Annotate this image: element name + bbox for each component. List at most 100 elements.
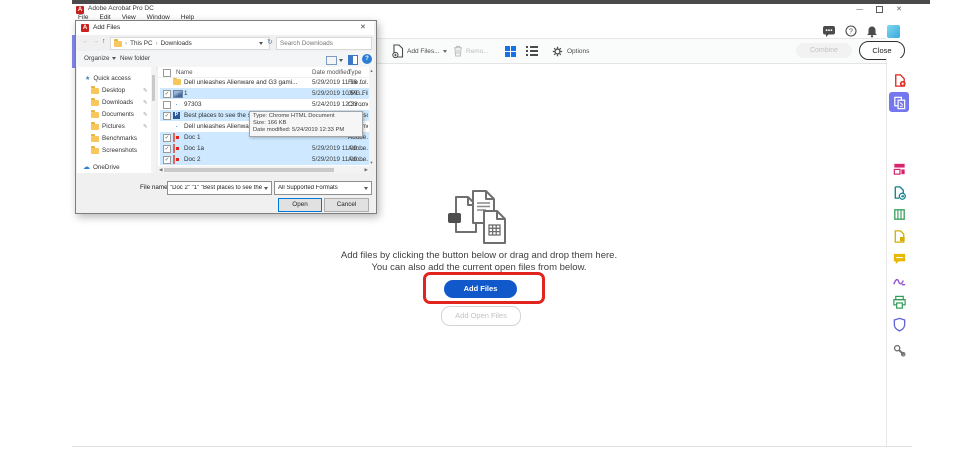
forward-icon[interactable]: → [92,38,99,45]
close-window-button[interactable]: ✕ [896,5,902,13]
dialog-title: Add Files [93,24,120,31]
tool-combine-files[interactable] [889,92,909,112]
nav-item-downloads[interactable]: Downloads [91,99,133,106]
table-row[interactable]: ✓ Dell unleashes Alienware and G3 gami..… [160,77,369,88]
organize-label: Organize [84,55,110,62]
nav-item-quick-access[interactable]: ★ Quick access [85,75,131,82]
file-list-vertical-scrollbar[interactable]: ▲▼ [369,67,374,166]
table-row[interactable]: ✓ Doc 2 5/29/2019 11:00 ... Adobe... [160,154,369,165]
tool-more-tools[interactable] [891,342,907,358]
folder-icon [173,79,181,85]
nav-item-benchmarks[interactable]: Benchmarks [91,135,137,142]
nav-item-pictures[interactable]: Pictures [91,123,125,130]
search-box[interactable] [276,37,372,50]
chevron-down-icon[interactable] [259,42,263,45]
pdf-file-icon [173,144,175,153]
grid-view-button[interactable] [505,39,516,63]
combine-button[interactable]: Combine [796,43,852,58]
dialog-close-icon[interactable]: ✕ [360,23,366,31]
folder-icon [91,136,99,142]
remove-label: Remo... [466,48,489,55]
folder-icon [91,88,99,94]
row-checkbox[interactable]: ✓ [163,145,171,153]
breadcrumb-folder[interactable]: Downloads [161,40,192,47]
maximize-button[interactable] [876,6,883,13]
tool-comment[interactable] [891,250,907,266]
bell-icon[interactable] [866,25,878,38]
tool-edit-pdf[interactable] [891,206,907,222]
change-view-button[interactable] [326,56,346,65]
fill-sign-icon [892,273,907,288]
list-view-button[interactable] [526,39,538,63]
table-row[interactable]: ✓ 97303 5/24/2019 12:33 ... Chrome... [160,99,369,110]
row-checkbox[interactable]: ✓ [163,134,171,142]
add-open-files-button[interactable]: Add Open Files [441,306,521,326]
nav-item-screenshots[interactable]: Screenshots [91,147,137,154]
file-name-combobox[interactable]: "Doc 2" "1" "Best places to see the su [167,181,272,195]
add-files-toolbar-button[interactable]: Add Files... [392,39,447,63]
up-icon[interactable]: ↑ [102,38,106,45]
create-pdf-icon [892,73,907,88]
window-title: Adobe Acrobat Pro DC [88,5,154,12]
table-row[interactable]: ✓ Doc 1a 5/29/2019 11:00 ... Adobe... [160,143,369,154]
file-type-combobox[interactable]: All Supported Formats [274,181,372,195]
column-type[interactable]: Type [348,69,361,76]
breadcrumb-this-pc[interactable]: This PC [130,40,152,47]
help-icon[interactable]: ? [362,54,372,64]
avatar[interactable] [887,25,900,38]
help-icon[interactable]: ? [845,25,857,37]
refresh-icon[interactable]: ↻ [267,38,273,46]
dialog-nav-pane: ★ Quick access Desktop ✎ Downloads ✎ Doc… [77,67,156,173]
tool-shield[interactable] [891,316,907,332]
nav-item-desktop[interactable]: Desktop [91,87,125,94]
chat-icon[interactable] [822,24,836,38]
chevron-icon: › [125,40,127,47]
breadcrumb[interactable]: › This PC › Downloads [110,37,270,50]
tool-export-pdf[interactable] [891,184,907,200]
tool-organize-pages[interactable] [891,160,907,176]
add-file-icon [392,44,404,58]
tools-sidebar [886,58,912,446]
open-button[interactable]: Open [278,198,322,212]
tool-fill-sign[interactable] [891,272,907,288]
image-file-icon [173,90,183,98]
search-input[interactable] [277,40,371,47]
folder-icon [91,124,99,130]
minimize-button[interactable]: — [856,6,863,13]
cancel-button[interactable]: Cancel [324,198,369,212]
preview-pane-icon[interactable] [348,55,358,65]
instruction-line1: Add files by clicking the button below o… [72,250,886,262]
add-files-button[interactable]: Add Files [444,280,517,298]
new-folder-button[interactable]: New folder [120,55,150,62]
row-checkbox[interactable]: ✓ [163,156,171,164]
chevron-icon: › [156,40,158,47]
folder-icon [91,100,99,106]
table-row[interactable]: ✓ 1 5/29/2019 10:59 ... JPG File [160,88,369,99]
row-checkbox[interactable]: ✓ [163,101,171,109]
svg-text:?: ? [849,28,853,35]
remove-button[interactable]: Remo... [453,39,489,63]
organize-button[interactable]: Organize [84,55,119,62]
back-icon[interactable]: ← [82,38,89,45]
nav-item-documents[interactable]: Documents [91,111,134,118]
nav-pane-scrollbar[interactable] [151,67,156,173]
file-list-horizontal-scrollbar[interactable]: ◀▶ [158,166,369,173]
select-all-checkbox[interactable] [163,69,171,77]
chevron-down-icon [112,57,116,60]
row-checkbox[interactable]: ✓ [163,112,171,120]
options-button[interactable]: Options [551,39,589,63]
pin-icon: ✎ [143,88,148,94]
column-name[interactable]: Name [176,69,193,76]
pin-icon: ✎ [143,124,148,130]
nav-item-onedrive[interactable]: ☁ OneDrive [83,163,120,171]
row-checkbox[interactable]: ✓ [163,90,171,98]
tool-create-pdf[interactable] [891,72,907,88]
title-bar: A Adobe Acrobat Pro DC — ✕ [72,4,912,14]
column-date-modified[interactable]: Date modified [312,69,350,76]
acrobat-logo-icon: A [81,24,89,32]
organize-pages-icon [892,161,907,176]
tool-protect-document[interactable] [891,228,907,244]
dialog-command-bar: Organize New folder ? [76,51,374,68]
tool-print[interactable] [891,294,907,310]
chevron-down-icon [443,50,447,53]
